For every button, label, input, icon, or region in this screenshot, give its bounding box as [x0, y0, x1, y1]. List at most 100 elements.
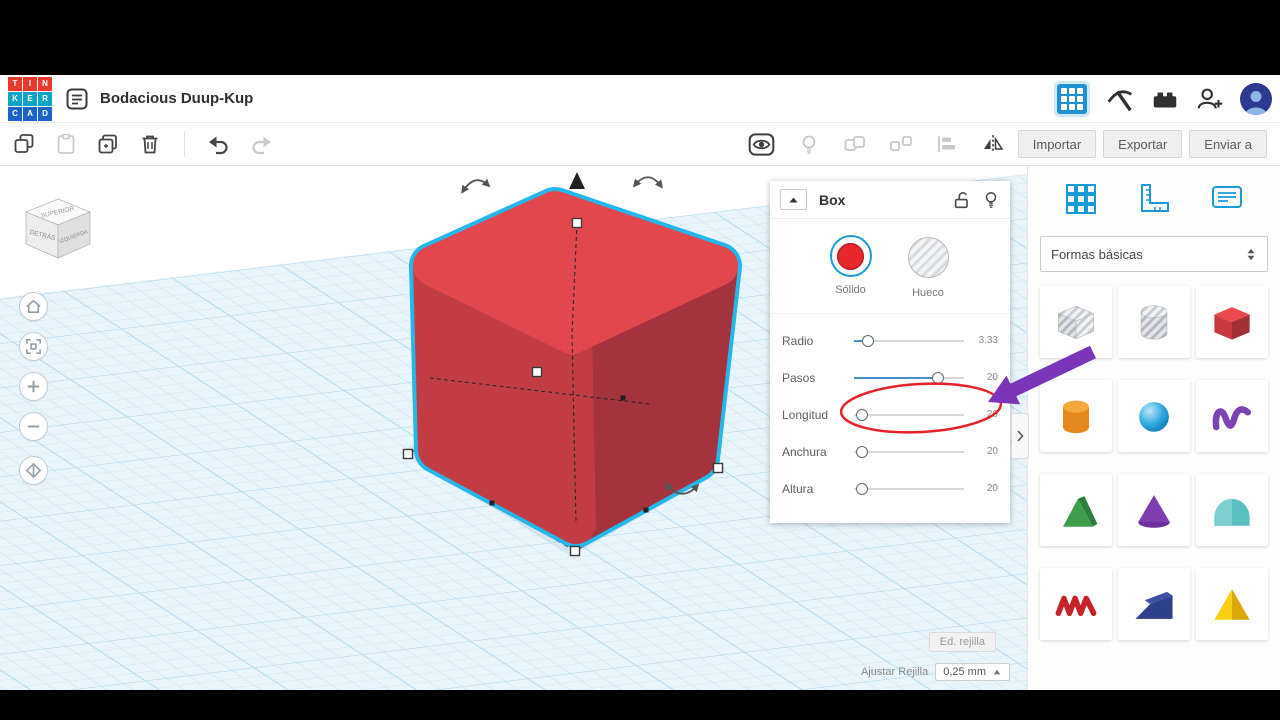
home-view-button[interactable]	[19, 292, 48, 321]
view-controls	[19, 292, 48, 485]
shape-round-roof[interactable]	[1196, 474, 1268, 546]
anchura-slider-knob[interactable]	[855, 445, 868, 458]
shape-cone[interactable]	[1118, 474, 1190, 546]
slider-anchura: Anchura 20	[782, 433, 998, 470]
altura-label: Altura	[782, 481, 814, 496]
material-solid-option[interactable]: Sólido	[829, 235, 872, 299]
brick-icon[interactable]	[1150, 84, 1180, 114]
lightbulb-icon[interactable]	[982, 190, 1000, 210]
duplicate-icon[interactable]	[96, 132, 120, 156]
send-to-button[interactable]: Enviar a	[1189, 130, 1267, 158]
slider-longitud: Longitud 20	[782, 396, 998, 433]
pasos-value: 20	[986, 372, 998, 383]
workplane-tool-icon[interactable]	[1058, 178, 1104, 220]
zoom-in-button[interactable]	[19, 372, 48, 401]
logo-tile: D	[38, 106, 52, 121]
hole-label: Hueco	[912, 287, 944, 299]
shape-cylinder-hole[interactable]	[1118, 286, 1190, 358]
logo-tile: I	[23, 76, 37, 91]
import-button[interactable]: Importar	[1017, 130, 1097, 158]
app-header: T I N K E R C A D Bodacious Duup-Kup	[0, 75, 1280, 122]
radio-slider-track[interactable]	[854, 334, 964, 348]
shape-text[interactable]	[1040, 568, 1112, 640]
snap-grid-select[interactable]: 0,25 mm	[935, 663, 1010, 681]
design-title[interactable]: Bodacious Duup-Kup	[100, 90, 253, 107]
toolbar-divider	[184, 131, 185, 157]
anchura-slider-track[interactable]	[854, 445, 964, 459]
logo-tile: N	[38, 76, 52, 91]
user-avatar[interactable]	[1240, 82, 1272, 115]
lightbulb-icon[interactable]	[797, 132, 821, 156]
spinner-icon	[1247, 248, 1255, 260]
shape-category-select[interactable]: Formas básicas	[1040, 236, 1268, 272]
delete-icon[interactable]	[138, 132, 162, 156]
copy-icon[interactable]	[12, 132, 36, 156]
caret-up-icon	[993, 669, 1001, 675]
shape-sphere[interactable]	[1118, 380, 1190, 452]
logo-tile: K	[8, 91, 22, 106]
ungroup-icon[interactable]	[889, 132, 913, 156]
logo-tile: T	[8, 76, 22, 91]
minecraft-pickaxe-icon[interactable]	[1105, 84, 1135, 114]
shape-wedge[interactable]	[1118, 568, 1190, 640]
solid-label: Sólido	[835, 284, 866, 296]
longitud-value: 20	[986, 409, 998, 420]
shape-cylinder[interactable]	[1040, 380, 1112, 452]
pasos-slider-knob[interactable]	[931, 371, 944, 384]
shape-parameters: Radio 3.33 Pasos 20 Longitud 20 Anchura	[770, 313, 1010, 523]
logo-tile: R	[38, 91, 52, 106]
shape-pyramid[interactable]	[1196, 568, 1268, 640]
mirror-icon[interactable]	[981, 132, 1005, 156]
logo-tile: E	[23, 91, 37, 106]
align-icon[interactable]	[935, 132, 959, 156]
category-value: Formas básicas	[1051, 246, 1143, 262]
paste-icon[interactable]	[54, 132, 78, 156]
pasos-slider-track[interactable]	[854, 371, 964, 385]
radio-value: 3.33	[978, 335, 998, 346]
snap-grid-label: Ajustar Rejilla	[860, 666, 929, 678]
radio-slider-knob[interactable]	[862, 334, 875, 347]
shape-grid	[1028, 272, 1280, 640]
anchura-value: 20	[986, 446, 998, 457]
logo-tile: A	[23, 106, 37, 121]
fit-view-button[interactable]	[19, 332, 48, 361]
export-button[interactable]: Exportar	[1103, 130, 1183, 158]
shape-scribble[interactable]	[1196, 380, 1268, 452]
collapse-inspector-button[interactable]	[780, 189, 807, 210]
triangle-up-icon	[789, 197, 798, 202]
chevron-right-icon	[1017, 430, 1024, 442]
material-options: Sólido Hueco	[770, 219, 1010, 313]
longitud-slider-knob[interactable]	[855, 408, 868, 421]
pasos-label: Pasos	[782, 370, 816, 385]
longitud-label: Longitud	[782, 407, 829, 422]
radio-label: Radio	[782, 333, 814, 348]
material-hole-option[interactable]: Hueco	[906, 235, 951, 299]
altura-slider-track[interactable]	[854, 482, 964, 496]
dashboard-tiles-button[interactable]	[1054, 80, 1090, 117]
edit-grid-button[interactable]: Ed. rejilla	[928, 632, 996, 652]
snap-grid-value: 0,25 mm	[943, 666, 986, 678]
perspective-toggle-button[interactable]	[19, 456, 48, 485]
invite-person-icon[interactable]	[1195, 84, 1225, 114]
altura-slider-knob[interactable]	[855, 482, 868, 495]
design-list-icon[interactable]	[64, 86, 90, 112]
show-all-eye-icon[interactable]	[748, 131, 775, 158]
zoom-out-button[interactable]	[19, 412, 48, 441]
shape-roof[interactable]	[1040, 474, 1112, 546]
group-icon[interactable]	[843, 132, 867, 156]
shape-box[interactable]	[1196, 286, 1268, 358]
unlock-icon[interactable]	[952, 190, 972, 210]
tinkercad-logo[interactable]: T I N K E R C A D	[8, 76, 52, 121]
solid-swatch	[829, 235, 872, 277]
ruler-tool-icon[interactable]	[1131, 178, 1177, 220]
notes-tool-icon[interactable]	[1204, 178, 1250, 220]
shape-inspector-panel: Box Sólido Hueco Radio 3.33 Pasos 20 Lon…	[770, 181, 1010, 523]
shape-box-hole[interactable]	[1040, 286, 1112, 358]
altura-value: 20	[986, 483, 998, 494]
undo-icon[interactable]	[207, 132, 231, 156]
redo-icon[interactable]	[249, 132, 273, 156]
hole-swatch	[907, 237, 949, 278]
edit-toolbar: Importar Exportar Enviar a	[0, 122, 1280, 166]
longitud-slider-track[interactable]	[854, 408, 964, 422]
sidebar-collapse-handle[interactable]	[1012, 413, 1029, 459]
